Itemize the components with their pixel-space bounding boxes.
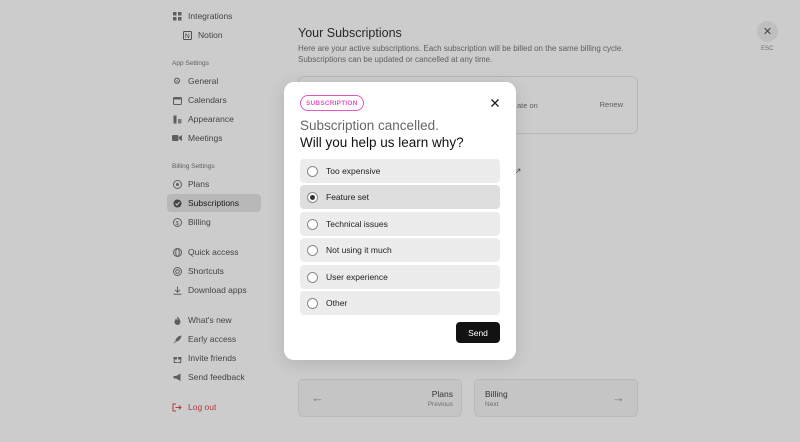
subscription-badge: SUBSCRIPTION [300,95,364,111]
option-label: Other [326,298,348,308]
cancellation-survey-modal: SUBSCRIPTION Subscription cancelled. Wil… [284,82,516,360]
modal-headline-status: Subscription cancelled. [300,118,439,133]
radio-unchecked-icon [307,165,318,177]
option-label: User experience [326,272,388,282]
radio-unchecked-icon [307,218,318,230]
radio-checked-icon [307,191,318,203]
send-button[interactable]: Send [456,322,500,343]
close-icon [491,99,499,107]
option-other[interactable]: Other [300,291,500,315]
option-label: Not using it much [326,245,392,255]
option-user-experience[interactable]: User experience [300,265,500,289]
modal-headline-question: Will you help us learn why? [300,135,464,150]
option-label: Feature set [326,192,369,202]
option-too-expensive[interactable]: Too expensive [300,159,500,183]
modal-close-button[interactable] [488,96,502,110]
option-not-using-it-much[interactable]: Not using it much [300,238,500,262]
option-label: Technical issues [326,219,388,229]
radio-unchecked-icon [307,297,318,309]
option-label: Too expensive [326,166,381,176]
radio-unchecked-icon [307,271,318,283]
option-technical-issues[interactable]: Technical issues [300,212,500,236]
radio-unchecked-icon [307,244,318,256]
option-feature-set[interactable]: Feature set [300,185,500,209]
